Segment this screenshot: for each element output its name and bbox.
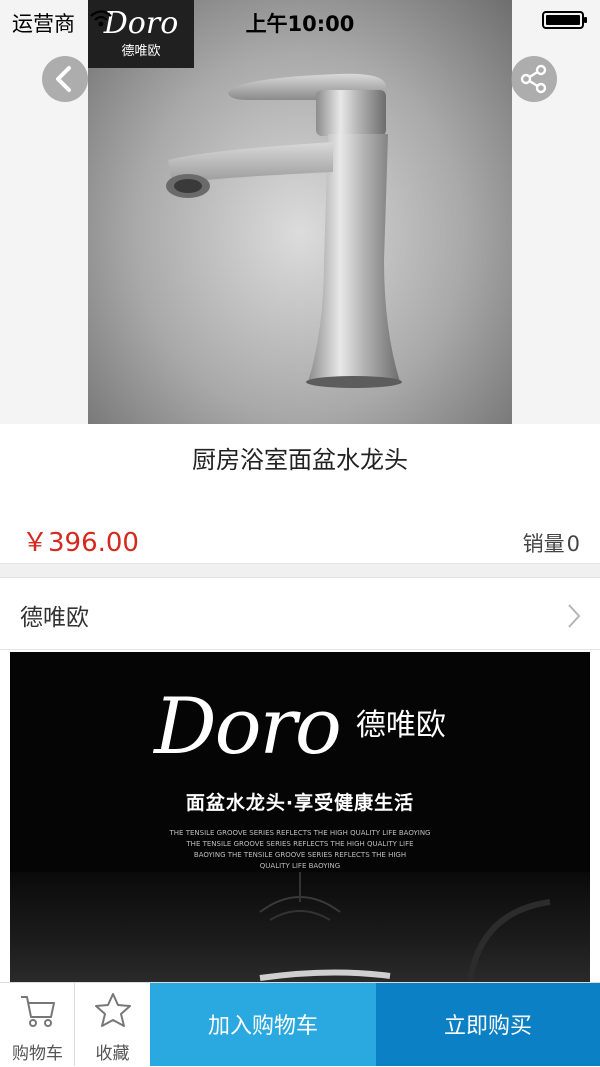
share-icon xyxy=(520,64,547,94)
sales-label: 销量 xyxy=(522,532,565,556)
banner-fine-print-line: QUALITY LIFE BAOYING xyxy=(259,862,341,870)
banner-logo-mark: Doro xyxy=(154,682,342,772)
product-gallery[interactable]: Doro 德唯欧 xyxy=(0,0,600,424)
share-button[interactable] xyxy=(511,56,557,102)
buy-now-button[interactable]: 立即购买 xyxy=(376,983,600,1066)
banner-fine-print: THE TENSILE GROOVE SERIES REFLECTS THE H… xyxy=(10,828,590,872)
chandelier-illustration xyxy=(259,872,551,982)
banner-fine-print-line: THE TENSILE GROOVE SERIES REFLECTS THE H… xyxy=(186,840,414,848)
banner-slogan: 面盆水龙头·享受健康生活 xyxy=(185,792,415,814)
favorite-tab[interactable]: 收藏 xyxy=(75,983,150,1066)
sales-count: 销量0 xyxy=(523,528,580,558)
shop-name: 德唯欧 xyxy=(20,605,89,631)
chevron-right-icon xyxy=(568,604,581,628)
product-title: 厨房浴室面盆水龙头 xyxy=(192,446,408,474)
bottom-action-bar: 购物车 收藏 加入购物车 立即购买 xyxy=(0,982,600,1066)
detail-banner-image: Doro 德唯欧 面盆水龙头·享受健康生活 THE TENSILE GROOVE … xyxy=(10,652,590,982)
banner-logo-name: 德唯欧 xyxy=(355,708,446,743)
favorite-tab-label: 收藏 xyxy=(95,1044,130,1064)
status-time: 上午10:00 xyxy=(245,12,355,36)
back-button[interactable] xyxy=(42,56,88,102)
banner-fine-print-line: THE TENSILE GROOVE SERIES REFLECTS THE H… xyxy=(169,829,431,837)
cart-tab[interactable]: 购物车 xyxy=(0,983,75,1066)
cart-tab-label: 购物车 xyxy=(12,1044,63,1064)
banner-fine-print-line: BAOYING THE TENSILE GROOVE SERIES REFLEC… xyxy=(193,851,407,859)
add-to-cart-button[interactable]: 加入购物车 xyxy=(150,983,376,1066)
back-icon xyxy=(56,66,71,92)
brand-badge-name: 德唯欧 xyxy=(121,44,161,59)
banner-room-scene xyxy=(10,872,590,982)
cart-icon xyxy=(21,996,55,1027)
status-bar: 运营商 上午10:00 xyxy=(0,0,600,40)
product-price: ￥396.00 xyxy=(22,528,139,558)
battery-icon xyxy=(542,11,587,29)
sales-value: 0 xyxy=(566,532,580,556)
section-divider xyxy=(0,563,600,578)
banner-logo: Doro 德唯欧 xyxy=(10,682,590,772)
shop-link-row[interactable]: 德唯欧 xyxy=(0,578,600,650)
star-icon xyxy=(95,993,131,1027)
